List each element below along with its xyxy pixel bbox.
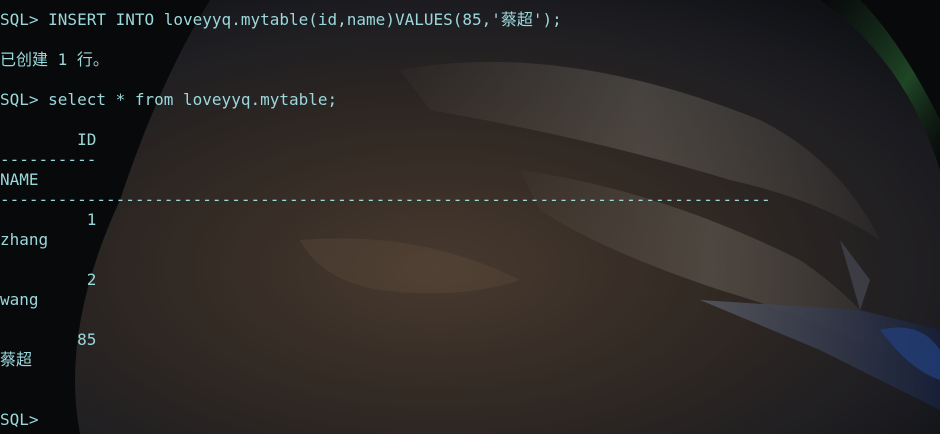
result-row-name: zhang <box>0 230 49 249</box>
row-created-message: 已创建 1 行。 <box>0 50 109 69</box>
sql-select-command: SQL> select * from loveyyq.mytable; <box>0 90 338 109</box>
result-row-name: 蔡超 <box>0 350 33 369</box>
sql-prompt: SQL> <box>0 410 39 429</box>
result-row-id: 1 <box>0 210 97 229</box>
column-header-name: NAME <box>0 170 39 189</box>
column-header-id: ID <box>0 130 97 149</box>
result-row-name: wang <box>0 290 39 309</box>
column-separator-id: ---------- <box>0 150 97 169</box>
column-separator-name: ----------------------------------------… <box>0 190 771 209</box>
sqlplus-console[interactable]: SQL> INSERT INTO loveyyq.mytable(id,name… <box>0 0 940 434</box>
terminal-window[interactable]: SQL> INSERT INTO loveyyq.mytable(id,name… <box>0 0 940 434</box>
sql-insert-command: SQL> INSERT INTO loveyyq.mytable(id,name… <box>0 10 562 29</box>
result-row-id: 2 <box>0 270 97 289</box>
sql-prompt-line[interactable]: SQL> <box>0 409 39 431</box>
result-row-id: 85 <box>0 330 97 349</box>
